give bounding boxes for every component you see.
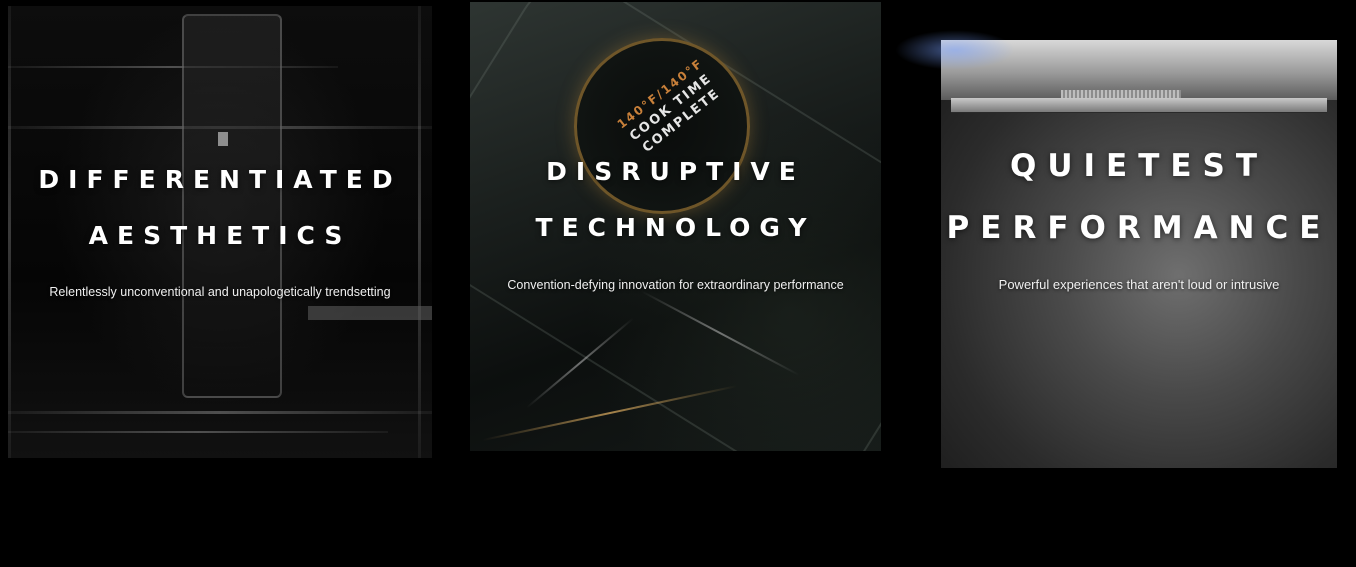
card-heading-line2: TECHNOLOGY bbox=[535, 213, 816, 242]
light-glow bbox=[895, 30, 1015, 70]
feature-showcase: DIFFERENTIATED AESTHETICS Relentlessly u… bbox=[0, 0, 1356, 567]
card-subtitle: Powerful experiences that aren't loud or… bbox=[998, 277, 1280, 292]
card-heading-line2: PERFORMANCE bbox=[946, 210, 1332, 246]
appliance-handle-lip bbox=[951, 98, 1327, 113]
card-heading-line1: DIFFERENTIATED bbox=[38, 165, 402, 194]
card-subtitle: Convention-defying innovation for extrao… bbox=[507, 278, 844, 292]
card-subtitle: Relentlessly unconventional and unapolog… bbox=[49, 285, 391, 299]
fridge-frame-shelf bbox=[8, 431, 388, 433]
feature-card-performance[interactable]: QUIETEST PERFORMANCE Powerful experience… bbox=[941, 40, 1337, 468]
card-heading-line2: AESTHETICS bbox=[88, 221, 352, 250]
fridge-side-panel bbox=[308, 306, 432, 320]
card-heading-line1: QUIETEST bbox=[1009, 148, 1269, 184]
appliance-handle-grip bbox=[1061, 90, 1181, 98]
fridge-frame-shelf bbox=[8, 66, 338, 68]
feature-card-technology[interactable]: 140°F/140°F COOK TIME COMPLETE DISRUPTIV… bbox=[470, 2, 881, 451]
brand-logo-icon bbox=[218, 132, 228, 146]
card-heading-line1: DISRUPTIVE bbox=[546, 157, 805, 186]
fridge-frame-shelf bbox=[8, 411, 432, 414]
feature-card-aesthetics[interactable]: DIFFERENTIATED AESTHETICS Relentlessly u… bbox=[8, 6, 432, 458]
